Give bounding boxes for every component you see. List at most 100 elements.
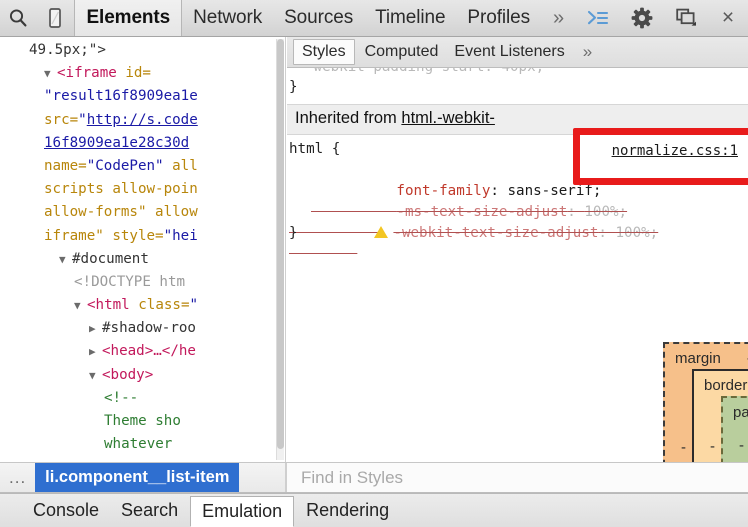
dock-window-icon[interactable]: [664, 7, 708, 29]
dom-tree-line[interactable]: 49.5px;">: [0, 39, 285, 62]
dom-tree-token: <iframe: [57, 65, 126, 82]
tab-elements[interactable]: Elements: [74, 0, 183, 36]
dock-window-icon-glyph: [676, 8, 697, 26]
find-in-styles-input[interactable]: [299, 466, 748, 489]
dom-tree-line[interactable]: allow-forms" allow: [0, 201, 285, 224]
dom-tree-line[interactable]: name="CodePen" all: [0, 155, 285, 178]
disclosure-triangle-down-icon[interactable]: ▼: [44, 62, 57, 85]
dom-tree-line[interactable]: 16f8909ea1e28c30d: [0, 132, 285, 155]
box-model-margin-header: margin -: [675, 350, 748, 367]
box-model-margin-label: margin: [675, 350, 721, 367]
tab-timeline[interactable]: Timeline: [364, 0, 456, 36]
search-icon-glyph: [10, 9, 27, 27]
box-model-margin-left[interactable]: -: [675, 439, 692, 456]
tab-sources[interactable]: Sources: [273, 0, 364, 36]
dom-tree-scrollbar-thumb[interactable]: [277, 39, 284, 449]
dom-tree-token: Theme sho: [104, 413, 181, 429]
inherited-from-prefix: Inherited from: [295, 109, 402, 127]
box-model-border-label: border: [704, 377, 748, 394]
tab-network[interactable]: Network: [182, 0, 273, 36]
dom-tree-token[interactable]: http://s.code: [87, 112, 198, 128]
dom-tree-line[interactable]: ▼ <iframe id=: [0, 62, 285, 85]
dom-tree-token: <body>: [102, 366, 154, 383]
box-model-border-row: - padding - - 100.313 × 160 -: [704, 396, 748, 462]
dom-tree-code[interactable]: 49.5px;"> ▼ <iframe id= "result16f8909ea1e s…: [0, 37, 285, 462]
clipped-declaration[interactable]: -webkit-padding-start: 40px;: [287, 68, 748, 77]
breadcrumb-ellipsis[interactable]: ...: [0, 468, 35, 488]
box-model-padding-row: - 100.313 × 160 -: [733, 423, 748, 462]
inherited-from-selector[interactable]: html.-webkit-: [401, 109, 495, 127]
stylesheet-source-link[interactable]: normalize.css:1: [612, 141, 738, 162]
clipped-rule-close-brace: }: [289, 79, 298, 95]
tab-computed[interactable]: Computed: [357, 37, 447, 67]
drawer-tab-emulation[interactable]: Emulation: [190, 496, 295, 527]
dom-tree-line[interactable]: ▶ #shadow-roo: [0, 317, 285, 340]
settings-gear-icon[interactable]: [620, 7, 664, 29]
drawer-tab-emulation-label: Emulation: [202, 501, 283, 521]
box-model-border-header: border -: [704, 377, 748, 394]
tab-profiles[interactable]: Profiles: [456, 0, 541, 36]
dom-tree-line[interactable]: ▼ #document: [0, 248, 285, 271]
declaration-font-family[interactable]: font-family: sans-serif;: [287, 160, 748, 199]
dom-tree-line[interactable]: ▶ <head>…</he: [0, 340, 285, 363]
dom-tree-token: name=: [44, 157, 87, 174]
dom-tree-line[interactable]: src="http://s.code: [0, 109, 285, 132]
dom-tree-token: #document: [72, 250, 149, 267]
tab-event-listeners[interactable]: Event Listeners: [446, 37, 572, 67]
tab-event-listeners-label: Event Listeners: [454, 43, 565, 60]
box-model-padding-left[interactable]: -: [733, 437, 748, 454]
find-in-styles-container[interactable]: [286, 463, 748, 492]
disclosure-triangle-down-icon[interactable]: ▼: [59, 248, 72, 271]
dom-tree-line[interactable]: scripts allow-poin: [0, 178, 285, 201]
box-model-padding[interactable]: padding - - 100.313 × 160 - -: [721, 396, 748, 462]
dom-tree-line[interactable]: ▼ <html class=": [0, 294, 285, 317]
disclosure-triangle-down-icon[interactable]: ▼: [74, 294, 87, 317]
dom-tree-line[interactable]: whatever: [0, 433, 285, 456]
more-tabs-chevron-icon[interactable]: »: [541, 0, 576, 36]
html-rule-block: html { normalize.css:1 font-family: sans…: [287, 135, 748, 244]
drawer-tab-console[interactable]: Console: [22, 494, 110, 527]
close-icon[interactable]: ×: [708, 6, 748, 30]
device-toggle-icon-glyph: [49, 8, 62, 28]
dom-tree-token: "CodePen": [86, 157, 173, 174]
declaration-name: -ms-text-size-adjust: [396, 204, 568, 220]
styles-more-chevron-icon[interactable]: »: [573, 37, 602, 67]
breadcrumb-selected-node[interactable]: li.component__list-item: [35, 463, 240, 492]
box-model-margin[interactable]: margin - - border - -: [663, 342, 748, 462]
dom-tree-token: all: [172, 157, 198, 174]
dom-tree-line[interactable]: ▼ <body>: [0, 364, 285, 387]
dom-tree-line[interactable]: <!--: [0, 387, 285, 410]
tab-styles[interactable]: Styles: [293, 39, 355, 65]
box-model-border[interactable]: border - - padding - -: [692, 369, 748, 462]
devtools-toolbar: Elements Network Sources Timeline Profil…: [0, 0, 748, 37]
device-toggle-icon[interactable]: [37, 0, 74, 36]
dom-tree-line[interactable]: Theme sho: [0, 410, 285, 433]
dom-tree-token: #shadow-roo: [102, 320, 196, 337]
dom-tree-line[interactable]: iframe" style="hei: [0, 225, 285, 248]
dom-tree-line[interactable]: "result16f8909ea1e: [0, 85, 285, 108]
tab-styles-label: Styles: [302, 43, 346, 60]
box-model-padding-label: padding: [733, 404, 748, 421]
disclosure-triangle-right-icon[interactable]: ▶: [89, 340, 102, 363]
dom-tree-token: style=: [112, 227, 164, 244]
drawer-tab-rendering[interactable]: Rendering: [295, 494, 400, 527]
box-model-border-left[interactable]: -: [704, 438, 721, 455]
drawer-tab-search-label: Search: [121, 500, 179, 520]
search-icon[interactable]: [0, 0, 37, 36]
disclosure-triangle-right-icon[interactable]: ▶: [89, 317, 102, 340]
breadcrumb: ... li.component__list-item: [0, 463, 286, 492]
dom-tree-token: 49.5px;">: [29, 42, 106, 58]
disclosure-triangle-down-icon[interactable]: ▼: [89, 364, 102, 387]
breadcrumb-bar: ... li.component__list-item: [0, 462, 748, 493]
dom-tree-scrollbar[interactable]: [276, 39, 284, 460]
warning-triangle-icon: [374, 226, 389, 238]
dom-tree-token[interactable]: 16f8909ea1e28c30d: [44, 135, 189, 151]
drawer-tab-search[interactable]: Search: [110, 494, 189, 527]
dom-tree-token: allow-forms" allow: [44, 204, 198, 221]
dom-tree-panel[interactable]: 49.5px;"> ▼ <iframe id= "result16f8909ea1e s…: [0, 37, 286, 462]
tab-timeline-label: Timeline: [375, 7, 446, 28]
console-drawer-icon[interactable]: [576, 9, 620, 27]
declaration-value: 100%;: [615, 225, 659, 241]
dom-tree-line[interactable]: <!DOCTYPE htm: [0, 271, 285, 294]
dom-tree-token: class=: [138, 297, 190, 314]
